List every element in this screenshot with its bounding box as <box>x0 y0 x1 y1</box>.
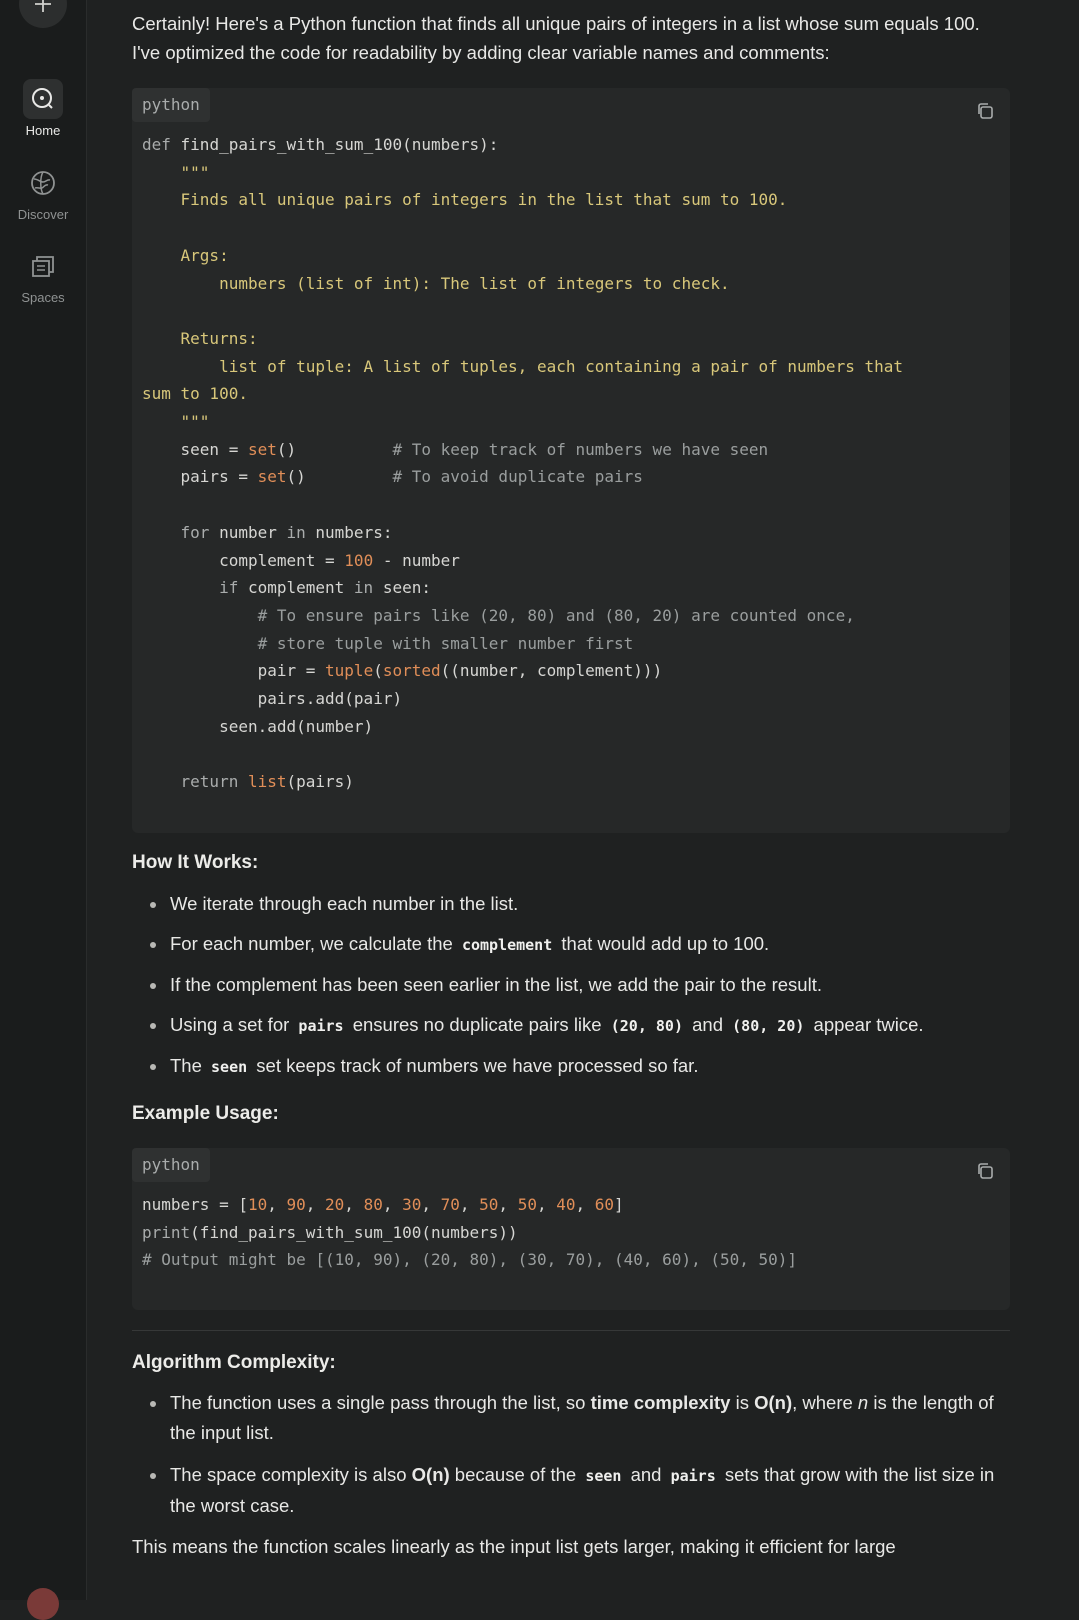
code-language-label: python <box>132 1148 210 1182</box>
sidebar-item-label: Discover <box>17 207 69 222</box>
sidebar-item-label: Spaces <box>21 290 65 305</box>
plus-icon <box>35 0 51 12</box>
inline-code: (80, 20) <box>732 1017 805 1035</box>
section-heading-example-usage: Example Usage: <box>132 1103 279 1124</box>
divider <box>132 1330 1010 1331</box>
answer-intro: Certainly! Here's a Python function that… <box>132 13 980 63</box>
sidebar: Home Discover Spaces <box>0 0 87 1620</box>
section-heading-algorithm-complexity: Algorithm Complexity: <box>132 1352 336 1373</box>
copy-code-button[interactable] <box>976 1162 994 1185</box>
copy-icon <box>978 103 993 119</box>
code-block: python def find_pairs_with_sum_100(numbe… <box>132 88 1010 833</box>
list-item: The seen set keeps track of numbers we h… <box>150 1051 1010 1082</box>
list-item: The function uses a single pass through … <box>150 1388 1010 1448</box>
inline-code: seen <box>211 1058 248 1076</box>
list-item: We iterate through each number in the li… <box>150 889 1010 919</box>
inline-code: (20, 80) <box>610 1017 683 1035</box>
globe-icon <box>31 171 55 195</box>
code-content: def find_pairs_with_sum_100(numbers): ""… <box>142 135 903 792</box>
inline-code: pairs <box>670 1467 716 1485</box>
sidebar-item-home[interactable]: Home <box>0 79 86 138</box>
code-language-label: python <box>132 88 210 122</box>
list-item: For each number, we calculate the comple… <box>150 929 1010 960</box>
inline-code: complement <box>461 936 553 954</box>
how-it-works-list: We iterate through each number in the li… <box>132 889 1010 1082</box>
new-thread-button[interactable] <box>19 0 67 28</box>
list-item: The space complexity is also O(n) becaus… <box>150 1460 1010 1521</box>
inline-code: seen <box>585 1467 622 1485</box>
list-item: If the complement has been seen earlier … <box>150 970 1010 1000</box>
sidebar-item-label: Home <box>25 123 61 138</box>
copy-code-button[interactable] <box>976 102 994 125</box>
sidebar-item-spaces[interactable]: Spaces <box>0 246 86 305</box>
list-item: Using a set for pairs ensures no duplica… <box>150 1010 1010 1041</box>
home-compass-icon <box>32 88 53 109</box>
inline-code: pairs <box>298 1017 344 1035</box>
complexity-list: The function uses a single pass through … <box>132 1388 1010 1521</box>
sidebar-item-discover[interactable]: Discover <box>0 163 86 222</box>
avatar[interactable] <box>27 1588 59 1620</box>
code-content: numbers = [10, 90, 20, 80, 30, 70, 50, 5… <box>142 1195 798 1270</box>
copy-icon <box>978 1163 993 1179</box>
code-block: python numbers = [10, 90, 20, 80, 30, 70… <box>132 1148 1010 1310</box>
spaces-icon <box>32 256 54 277</box>
answer-outro: This means the function scales linearly … <box>132 1536 896 1557</box>
section-heading-how-it-works: How It Works: <box>132 852 259 873</box>
